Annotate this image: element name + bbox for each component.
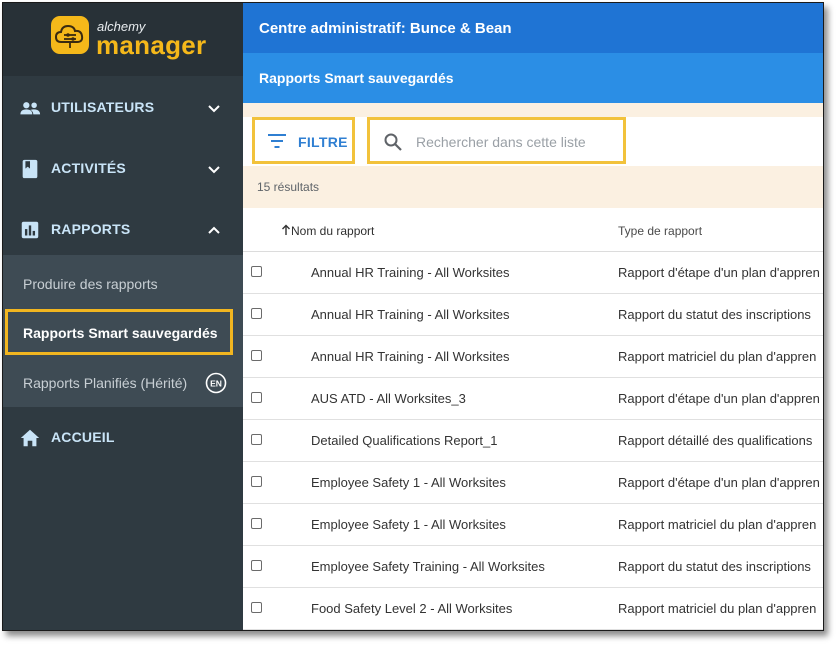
filter-button[interactable]: FILTRE: [252, 117, 355, 164]
language-en-icon: EN: [205, 372, 227, 394]
report-type-cell: Rapport détaillé des qualifications: [618, 433, 813, 448]
toolbar: FILTRE 15 résultats: [243, 103, 823, 208]
report-type-cell: Rapport du statut des inscriptions: [618, 559, 811, 574]
nav-activities[interactable]: ACTIVITÉS: [3, 139, 243, 199]
report-type-cell: Rapport d'étape d'un plan d'appren: [618, 475, 820, 490]
chevron-up-icon: [208, 226, 220, 234]
column-header-report-type[interactable]: Type de rapport: [618, 224, 702, 238]
nav-reports[interactable]: RAPPORTS: [3, 200, 243, 260]
search-input[interactable]: [414, 130, 618, 154]
search-box[interactable]: [367, 117, 626, 164]
report-name-cell[interactable]: AUS ATD - All Worksites_3: [311, 391, 466, 406]
cloud-logo-icon: [51, 16, 89, 54]
nav-home[interactable]: ACCUEIL: [3, 408, 243, 468]
row-checkbox[interactable]: [251, 476, 262, 487]
bar-chart-icon: [21, 221, 39, 239]
sidebar: alchemy manager UTILISATEURS ACTIVITÉS R…: [3, 3, 243, 630]
subheader-bar: Rapports Smart sauvegardés: [243, 53, 823, 103]
row-checkbox[interactable]: [251, 308, 262, 319]
report-type-cell: Rapport d'étape d'un plan d'appren: [618, 391, 820, 406]
row-checkbox[interactable]: [251, 602, 262, 613]
report-name-cell[interactable]: Annual HR Training - All Worksites: [311, 307, 509, 322]
report-name-cell[interactable]: Annual HR Training - All Worksites: [311, 349, 509, 364]
table-header: Nom du rapport Type de rapport: [243, 208, 823, 252]
main-content: Centre administratif: Bunce & Bean Rappo…: [243, 3, 823, 630]
table-row[interactable]: Annual HR Training - All Worksites Rappor…: [243, 336, 823, 378]
table-row[interactable]: Employee Safety 1 - All Worksites Rapport…: [243, 462, 823, 504]
table-body: Annual HR Training - All Worksites Rappor…: [243, 252, 823, 630]
report-type-cell: Rapport matriciel du plan d'appren: [618, 601, 817, 616]
row-checkbox[interactable]: [251, 518, 262, 529]
header-bar: Centre administratif: Bunce & Bean: [243, 3, 823, 53]
nav-users[interactable]: UTILISATEURS: [3, 78, 243, 138]
report-name-cell[interactable]: Annual HR Training - All Worksites: [311, 265, 509, 280]
sidebar-item-scheduled-reports[interactable]: Rapports Planifiés (Hérité): [23, 375, 187, 391]
report-type-cell: Rapport d'étape d'un plan d'appren: [618, 265, 820, 280]
page-title: Centre administratif: Bunce & Bean: [259, 20, 512, 37]
report-name-cell[interactable]: Food Safety Level 2 - All Worksites: [311, 601, 512, 616]
row-checkbox[interactable]: [251, 434, 262, 445]
section-title: Rapports Smart sauvegardés: [259, 70, 454, 86]
nav-users-label: UTILISATEURS: [51, 99, 155, 115]
chevron-down-icon: [208, 105, 220, 113]
nav-activities-label: ACTIVITÉS: [51, 160, 126, 176]
report-type-cell: Rapport matriciel du plan d'appren: [618, 517, 817, 532]
column-header-report-name[interactable]: Nom du rapport: [291, 224, 374, 238]
home-icon: [20, 429, 40, 447]
row-checkbox[interactable]: [251, 392, 262, 403]
table-row[interactable]: Food Safety Level 2 - All Worksites Rappo…: [243, 588, 823, 630]
reports-table: Nom du rapport Type de rapport Annual HR…: [243, 208, 823, 630]
sidebar-item-saved-smart-reports-label[interactable]: Rapports Smart sauvegardés: [23, 325, 218, 341]
people-icon: [20, 102, 41, 115]
logo[interactable]: alchemy manager: [3, 3, 243, 76]
report-type-cell: Rapport matriciel du plan d'appren: [618, 349, 817, 364]
nav-home-label: ACCUEIL: [51, 429, 115, 445]
table-row[interactable]: AUS ATD - All Worksites_3 Rapport d'étape…: [243, 378, 823, 420]
app-window: alchemy manager UTILISATEURS ACTIVITÉS R…: [2, 2, 824, 631]
report-name-cell[interactable]: Employee Safety 1 - All Worksites: [311, 517, 506, 532]
sort-arrow-up-icon[interactable]: [281, 224, 291, 236]
report-name-cell[interactable]: Employee Safety Training - All Worksites: [311, 559, 545, 574]
nav-reports-label: RAPPORTS: [51, 221, 131, 237]
filter-label: FILTRE: [298, 134, 348, 150]
book-icon: [22, 159, 38, 179]
report-type-cell: Rapport du statut des inscriptions: [618, 307, 811, 322]
table-row[interactable]: Employee Safety Training - All Worksites…: [243, 546, 823, 588]
filter-icon: [268, 134, 286, 148]
row-checkbox[interactable]: [251, 560, 262, 571]
row-checkbox[interactable]: [251, 266, 262, 277]
logo-text: manager: [96, 30, 207, 60]
language-badge-text: EN: [210, 378, 222, 388]
table-row[interactable]: Annual HR Training - All Worksites Rappor…: [243, 252, 823, 294]
search-icon: [384, 133, 402, 151]
chevron-down-icon: [208, 166, 220, 174]
report-name-cell[interactable]: Detailed Qualifications Report_1: [311, 433, 497, 448]
result-count: 15 résultats: [257, 180, 320, 194]
sidebar-item-produce-reports[interactable]: Produire des rapports: [23, 276, 158, 292]
report-name-cell[interactable]: Employee Safety 1 - All Worksites: [311, 475, 506, 490]
table-row[interactable]: Annual HR Training - All Worksites Rappor…: [243, 294, 823, 336]
table-row[interactable]: Employee Safety 1 - All Worksites Rapport…: [243, 504, 823, 546]
table-row[interactable]: Detailed Qualifications Report_1 Rapport …: [243, 420, 823, 462]
row-checkbox[interactable]: [251, 350, 262, 361]
